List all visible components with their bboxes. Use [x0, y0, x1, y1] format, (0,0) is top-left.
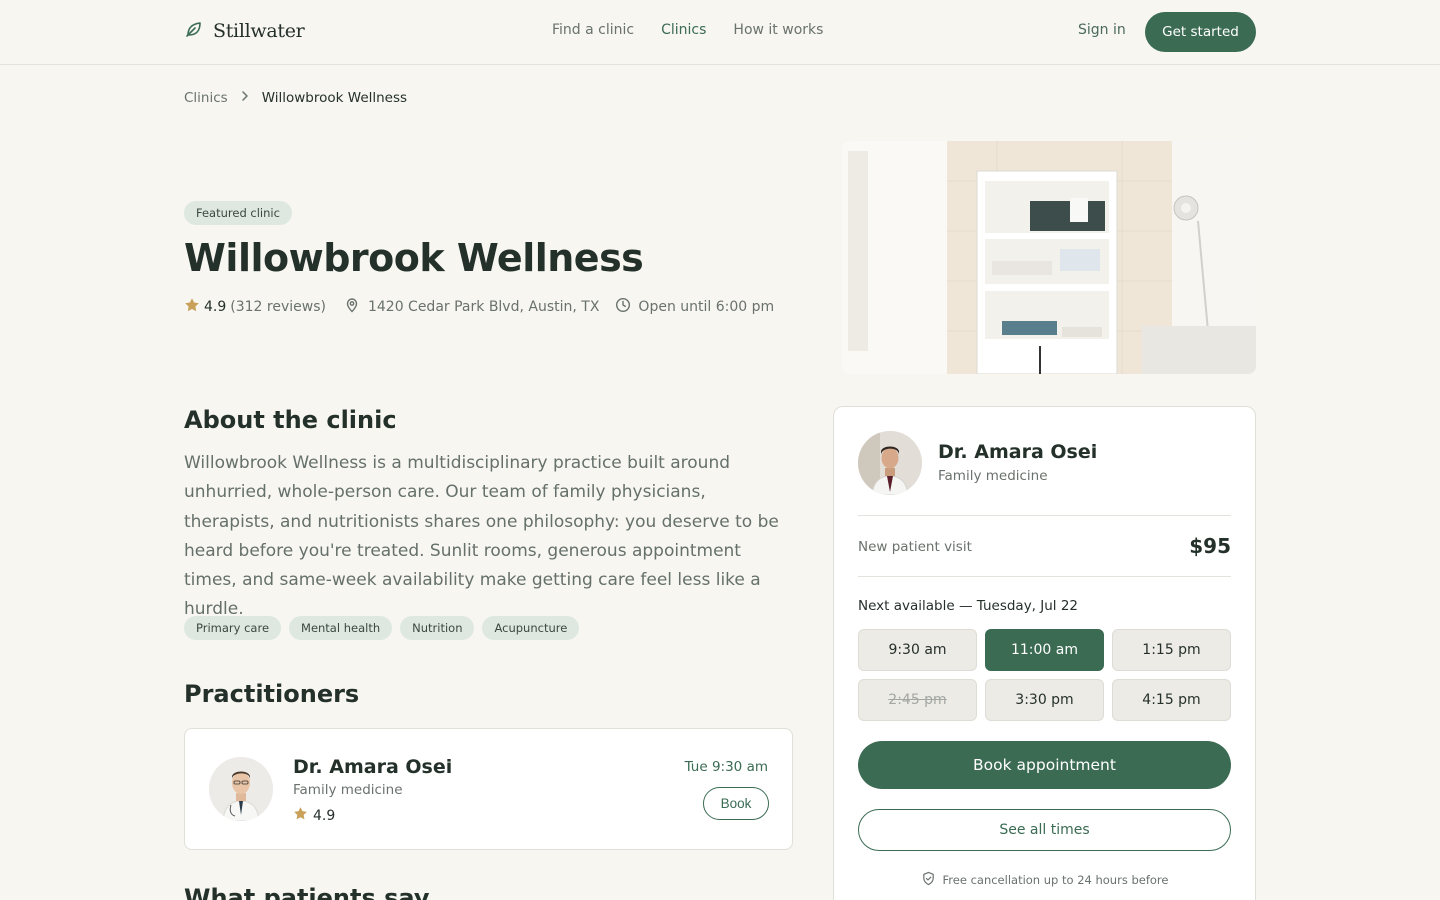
chevron-right-icon [238, 89, 252, 107]
visit-price: $95 [1189, 534, 1231, 558]
time-slot-grid: 9:30 am 11:00 am 1:15 pm 2:45 pm 3:30 pm… [858, 629, 1231, 721]
leaf-icon [184, 19, 204, 43]
divider [858, 576, 1231, 577]
divider [858, 515, 1231, 516]
time-slot[interactable]: 11:00 am [985, 629, 1104, 671]
clock-icon [615, 297, 631, 317]
booking-panel: Dr. Amara Osei Family medicine New patie… [833, 406, 1256, 900]
booking-doctor-name: Dr. Amara Osei [938, 441, 1098, 463]
brand-name: Stillwater [213, 20, 305, 42]
breadcrumb-clinics[interactable]: Clinics [184, 90, 228, 106]
practitioner-name[interactable]: Dr. Amara Osei [293, 756, 452, 778]
booking-doctor-specialty: Family medicine [938, 468, 1048, 484]
featured-badge: Featured clinic [184, 201, 292, 225]
about-description: Willowbrook Wellness is a multidisciplin… [184, 453, 779, 620]
practitioner-next-slot: Tue 9:30 am [684, 759, 768, 775]
breadcrumb-current: Willowbrook Wellness [261, 90, 408, 106]
practitioners-heading: Practitioners [184, 680, 360, 708]
nav-link-find-a-clinic[interactable]: Find a clinic [552, 22, 634, 38]
time-slot[interactable]: 4:15 pm [1112, 679, 1231, 721]
time-slot[interactable]: 1:15 pm [1112, 629, 1231, 671]
patients-say-heading: What patients say [184, 884, 430, 900]
doctor-avatar [858, 431, 922, 495]
nav-links: Find a clinic Clinics How it works [552, 22, 823, 38]
practitioner-card[interactable]: Dr. Amara Osei Family medicine 4.9 Tue 9… [184, 728, 793, 850]
clinic-photo [842, 141, 1256, 374]
specialty-tags: Primary care Mental health Nutrition Acu… [184, 616, 580, 640]
practitioner-specialty: Family medicine [293, 782, 403, 798]
practitioner-book-button[interactable]: Book [703, 787, 769, 820]
practitioner-avatar [209, 757, 273, 821]
nav-link-clinics[interactable]: Clinics [661, 22, 706, 38]
tag-nutrition[interactable]: Nutrition [400, 616, 475, 640]
shield-check-icon [921, 871, 936, 889]
tag-mental-health[interactable]: Mental health [289, 616, 393, 640]
top-nav: Stillwater Find a clinic Clinics How it … [0, 0, 1440, 65]
tag-acupuncture[interactable]: Acupuncture [482, 616, 580, 640]
practitioner-rating: 4.9 [293, 806, 335, 825]
clinic-meta: 4.9 (312 reviews) 1420 Cedar Park Blvd, … [184, 297, 774, 317]
visit-type-label: New patient visit [858, 539, 972, 555]
time-slot[interactable]: 3:30 pm [985, 679, 1104, 721]
map-pin-icon [344, 297, 360, 317]
get-started-button[interactable]: Get started [1145, 12, 1256, 52]
book-appointment-button[interactable]: Book appointment [858, 741, 1231, 789]
time-slot: 2:45 pm [858, 679, 977, 721]
breadcrumb: Clinics Willowbrook Wellness [184, 89, 407, 107]
star-icon [184, 297, 200, 317]
practitioner-rating-value: 4.9 [313, 807, 336, 824]
clinic-hours: Open until 6:00 pm [638, 299, 775, 315]
time-slot[interactable]: 9:30 am [858, 629, 977, 671]
cancellation-text: Free cancellation up to 24 hours before [942, 873, 1169, 887]
cancellation-note: Free cancellation up to 24 hours before [834, 871, 1255, 889]
nav-link-how-it-works[interactable]: How it works [733, 22, 823, 38]
next-available-label: Next available — Tuesday, Jul 22 [858, 598, 1079, 614]
brand-logo[interactable]: Stillwater [184, 19, 305, 43]
clinic-address: 1420 Cedar Park Blvd, Austin, TX [367, 299, 600, 315]
star-icon [293, 806, 308, 825]
clinic-reviews[interactable]: (312 reviews) [230, 299, 326, 315]
about-heading: About the clinic [184, 406, 397, 434]
tag-primary-care[interactable]: Primary care [184, 616, 282, 640]
sign-in-link[interactable]: Sign in [1078, 22, 1126, 38]
see-all-times-button[interactable]: See all times [858, 809, 1231, 851]
clinic-title: Willowbrook Wellness [184, 236, 644, 280]
clinic-rating: 4.9 [204, 299, 227, 315]
